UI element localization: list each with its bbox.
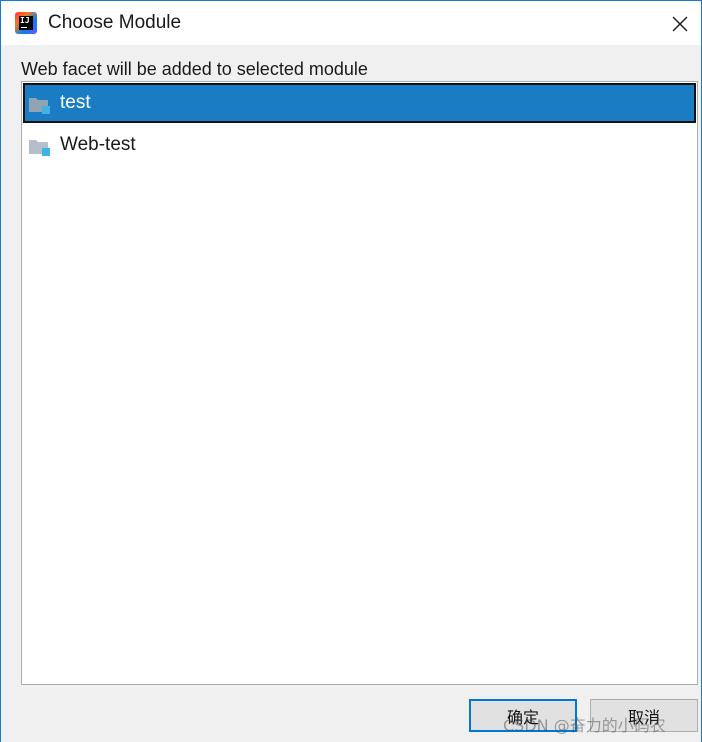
module-list[interactable]: test Web-test (21, 81, 698, 685)
module-folder-icon (29, 98, 50, 114)
close-icon (672, 16, 688, 32)
prompt-label: Web facet will be added to selected modu… (21, 59, 368, 79)
module-folder-icon (29, 140, 50, 156)
cancel-button[interactable]: 取消 (590, 699, 698, 732)
ok-button[interactable]: 确定 (469, 699, 577, 732)
module-label: Web-test (60, 134, 136, 155)
module-item-test[interactable]: test (23, 83, 696, 123)
close-button[interactable] (661, 7, 697, 39)
choose-module-dialog: IJ Choose Module Web facet will be added… (0, 0, 702, 742)
module-item-web-test[interactable]: Web-test (23, 125, 696, 165)
dialog-title: Choose Module (48, 12, 182, 33)
module-label: test (60, 92, 91, 113)
intellij-idea-icon: IJ (15, 12, 37, 34)
title-bar: IJ Choose Module (1, 1, 701, 45)
